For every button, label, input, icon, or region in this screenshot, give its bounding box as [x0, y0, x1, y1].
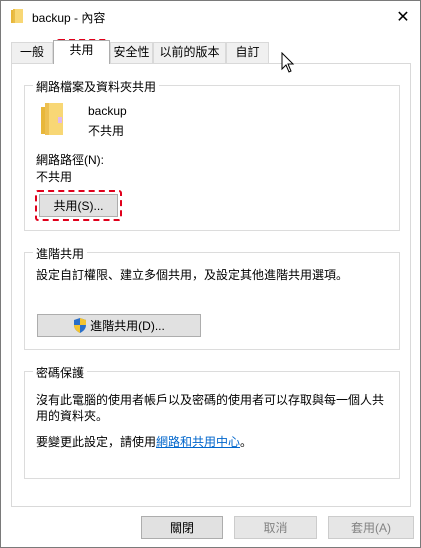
tab-security[interactable]: 安全性 [110, 42, 153, 63]
window-title: backup - 內容 [32, 11, 106, 25]
tab-sharing[interactable]: 共用 [53, 40, 110, 64]
advanced-sharing-description: 設定自訂權限、建立多個共用，及設定其他進階共用選項。 [36, 268, 349, 282]
mouse-cursor-icon [281, 52, 295, 73]
network-sharing-heading: 網路檔案及資料夾共用 [33, 78, 160, 95]
share-button[interactable]: 共用(S)... [39, 194, 118, 217]
change-setting-prefix: 要變更此設定，請使用 [36, 435, 157, 449]
change-setting-suffix: 。 [240, 435, 253, 449]
close-icon[interactable]: ✕ [386, 1, 420, 32]
folder-share-status: 不共用 [88, 124, 125, 138]
close-button[interactable]: 關閉 [141, 516, 223, 539]
password-protection-heading: 密碼保護 [33, 364, 88, 381]
advanced-sharing-heading: 進階共用 [33, 245, 88, 262]
network-sharing-center-link[interactable]: 網路和共用中心 [156, 435, 240, 449]
shared-folder-icon [41, 103, 63, 135]
network-path-value: 不共用 [36, 170, 73, 184]
tab-general[interactable]: 一般 [11, 42, 53, 63]
apply-button[interactable]: 套用(A) [328, 516, 414, 539]
change-setting-text: 要變更此設定，請使用網路和共用中心。 [36, 433, 252, 450]
advanced-sharing-button-label: 進階共用(D)... [90, 319, 165, 333]
password-protection-group: 密碼保護 [24, 364, 400, 479]
tab-customize[interactable]: 自訂 [226, 42, 269, 63]
tab-previous-versions[interactable]: 以前的版本 [153, 42, 226, 63]
properties-dialog: backup - 內容 ✕ 一般 共用 安全性 以前的版本 自訂 網路檔案及資料… [0, 0, 421, 548]
shield-icon [74, 318, 87, 333]
password-description-line1: 沒有此電腦的使用者帳戶以及密碼的使用者可以存取與每一個人共 [36, 393, 385, 407]
password-description-line2: 用的資料夾。 [36, 409, 109, 423]
network-path-label: 網路路徑(N): [36, 153, 104, 167]
title-bar[interactable]: backup - 內容 ✕ [1, 1, 420, 32]
folder-name: backup [88, 104, 127, 118]
advanced-sharing-button[interactable]: 進階共用(D)... [37, 314, 201, 337]
cancel-button[interactable]: 取消 [234, 516, 317, 539]
folder-icon [11, 9, 23, 23]
